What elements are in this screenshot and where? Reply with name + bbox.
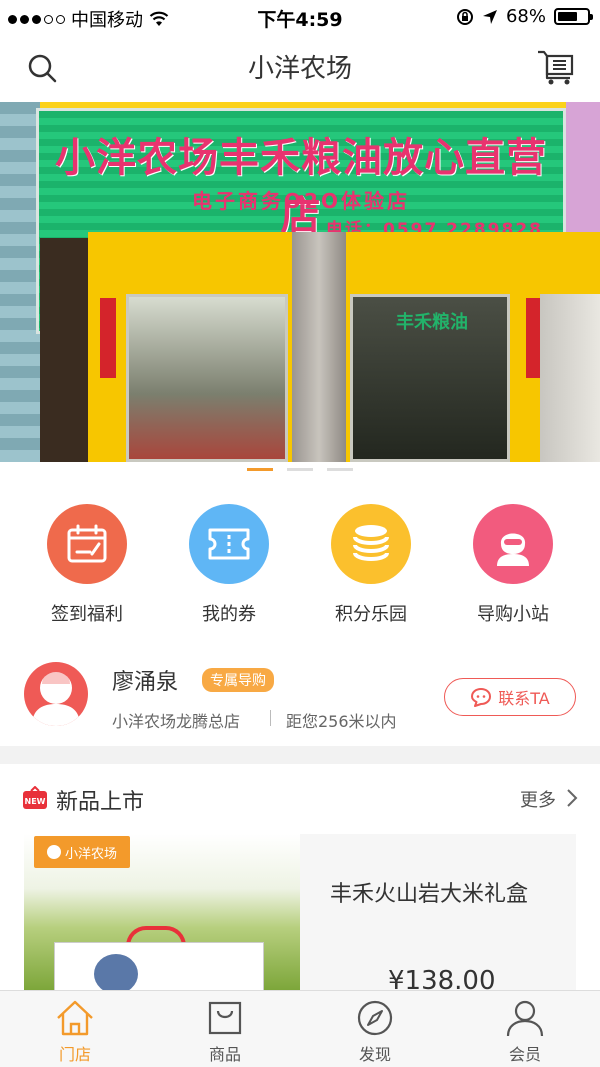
- carousel-dot[interactable]: [247, 468, 273, 471]
- shopping-guide-icon: [473, 504, 553, 584]
- tab-discover[interactable]: 发现: [300, 991, 450, 1067]
- calendar-icon: [47, 504, 127, 584]
- quick-actions: 签到福利 我的券 积分乐园 导购小站: [0, 482, 600, 646]
- new-products-section: NEW 新品上市 更多 小洋农场 丰禾火山岩大米礼盒 ¥138.00: [0, 764, 600, 996]
- tab-label: 会员: [508, 1045, 541, 1064]
- page-title: 小洋农场: [247, 54, 352, 84]
- product-card[interactable]: 小洋农场 丰禾火山岩大米礼盒 ¥138.00: [24, 834, 576, 996]
- quick-action-points[interactable]: 积分乐园: [311, 504, 431, 626]
- shop-window-text: 丰禾粮油: [396, 312, 468, 333]
- tab-bar: 门店 商品 发现 会员: [0, 990, 600, 1067]
- quick-action-label: 积分乐园: [335, 604, 407, 625]
- carousel-dot[interactable]: [287, 468, 313, 471]
- guide-store-name: 小洋农场龙腾总店: [112, 712, 241, 731]
- coins-icon: [331, 504, 411, 584]
- carousel-indicators: [0, 462, 600, 482]
- compass-icon: [357, 1000, 393, 1036]
- ticket-icon: [189, 504, 269, 584]
- tab-label: 商品: [208, 1045, 241, 1064]
- tab-member[interactable]: 会员: [450, 991, 600, 1067]
- new-badge-text: NEW: [25, 797, 46, 806]
- contact-guide-label: 联系TA: [498, 689, 550, 708]
- banner-carousel[interactable]: 小洋农场丰禾粮油放心直营店 电子商务O2O体验店 电话：0597 2289828…: [0, 102, 600, 462]
- brand-logo-text: 小洋农场: [64, 846, 117, 862]
- carousel-dot[interactable]: [327, 468, 353, 471]
- divider: [270, 710, 271, 726]
- quick-action-checkin[interactable]: 签到福利: [27, 504, 147, 626]
- quick-action-label: 我的券: [202, 604, 256, 625]
- product-name: 丰禾火山岩大米礼盒: [330, 882, 529, 907]
- section-title: 新品上市: [56, 790, 145, 815]
- storefront-photo: 小洋农场丰禾粮油放心直营店 电子商务O2O体验店 电话：0597 2289828…: [0, 102, 600, 462]
- tab-products[interactable]: 商品: [150, 991, 300, 1067]
- user-icon: [506, 1000, 544, 1037]
- guide-tag-badge: 专属导购: [202, 668, 274, 692]
- nav-bar: 小洋农场: [0, 34, 600, 102]
- shopping-guide-card: 廖涌泉 专属导购 小洋农场龙腾总店 距您256米以内 联系TA: [0, 646, 600, 746]
- quick-action-guide[interactable]: 导购小站: [453, 504, 573, 626]
- guide-distance: 距您256米以内: [286, 712, 397, 731]
- avatar[interactable]: [24, 662, 88, 726]
- quick-action-coupons[interactable]: 我的券: [169, 504, 289, 626]
- tab-store[interactable]: 门店: [0, 991, 150, 1067]
- battery-icon: [554, 8, 593, 25]
- product-image: 小洋农场: [24, 834, 300, 990]
- rotation-lock-icon: [456, 8, 473, 25]
- more-link[interactable]: 更多: [520, 786, 556, 812]
- cart-icon[interactable]: [536, 48, 576, 86]
- store-sign-subtitle: 电子商务O2O体验店: [192, 189, 410, 213]
- quick-action-label: 签到福利: [51, 604, 123, 625]
- status-bar: 中国移动 下午4:59 68%: [0, 0, 600, 34]
- quick-action-label: 导购小站: [477, 604, 549, 625]
- location-arrow-icon: [482, 9, 497, 24]
- guide-name: 廖涌泉: [112, 670, 179, 695]
- store-icon: [57, 1000, 93, 1036]
- chat-bubble-icon: [471, 688, 492, 707]
- brand-logo: 小洋农场: [34, 836, 130, 868]
- tab-label: 发现: [358, 1045, 391, 1064]
- new-badge-icon: NEW: [22, 785, 48, 810]
- tab-label: 门店: [58, 1045, 91, 1064]
- bag-icon: [208, 1001, 242, 1035]
- battery-percent: 68%: [505, 6, 546, 27]
- contact-guide-button[interactable]: 联系TA: [444, 678, 576, 716]
- chevron-right-icon[interactable]: [566, 788, 578, 808]
